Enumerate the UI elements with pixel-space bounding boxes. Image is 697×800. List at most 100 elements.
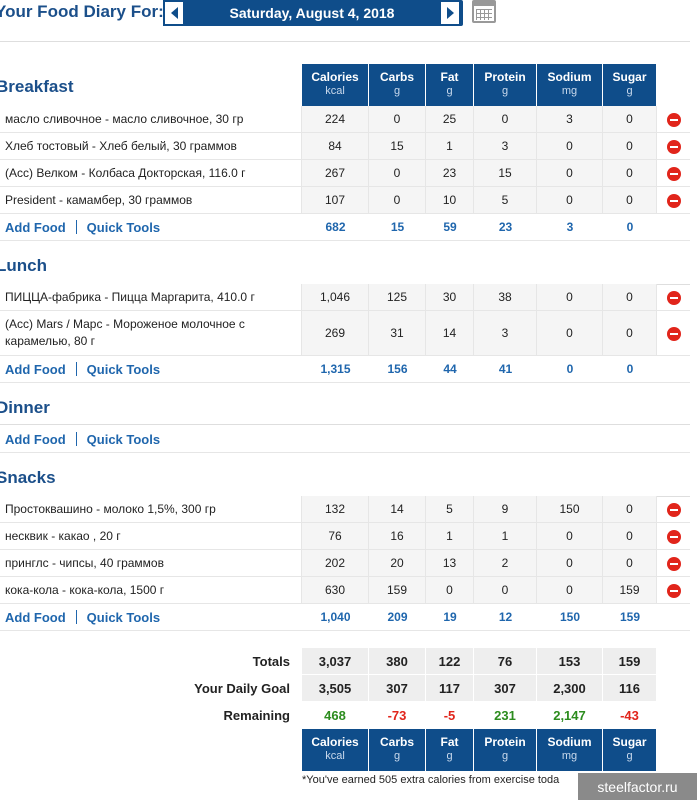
food-name[interactable]: (Acc) Велком - Колбаса Докторская, 116.0… [0, 160, 302, 186]
column-name: Carbs [379, 735, 414, 749]
summary-totals-carbs: 380 [369, 648, 426, 674]
calendar-icon[interactable] [472, 0, 496, 23]
meal-total-carbs: 209 [369, 604, 426, 630]
cell-fat: 25 [426, 106, 474, 132]
quick-tools-link[interactable]: Quick Tools [87, 361, 160, 378]
summary-remaining-sodium: 2,147 [537, 702, 603, 728]
summary-goal-protein: 307 [474, 675, 537, 701]
summary-totals-calories: 3,037 [302, 648, 369, 674]
remove-food-icon[interactable] [667, 167, 681, 181]
cell-protein: 3 [474, 311, 537, 355]
column-name: Protein [484, 70, 526, 84]
diary-header: Your Food Diary For: Saturday, August 4,… [0, 0, 697, 40]
cell-calories: 202 [302, 550, 369, 576]
summary-totals-sugar: 159 [603, 648, 657, 674]
cell-sugar: 159 [603, 577, 657, 603]
cell-carbs: 20 [369, 550, 426, 576]
food-name[interactable]: Простоквашино - молоко 1,5%, 300 гр [0, 496, 302, 522]
food-row: несквик - какао , 20 г 76 16 1 1 0 0 [0, 523, 690, 550]
column-name: Calories [311, 70, 359, 84]
food-name[interactable]: масло сливочное - масло сливочное, 30 гр [0, 106, 302, 132]
add-food-link[interactable]: Add Food [5, 609, 66, 626]
add-food-link[interactable]: Add Food [5, 361, 66, 378]
remove-food-icon[interactable] [667, 113, 681, 127]
cell-protein: 3 [474, 133, 537, 159]
cell-fat: 23 [426, 160, 474, 186]
summary-totals-fat: 122 [426, 648, 474, 674]
meal-total-sugar: 159 [603, 604, 657, 630]
meal-total-sugar: 0 [603, 356, 657, 382]
column-name: Sugar [612, 735, 647, 749]
watermark: steelfactor.ru [578, 773, 697, 800]
quick-tools-link[interactable]: Quick Tools [87, 609, 160, 626]
remove-food-icon[interactable] [667, 291, 681, 305]
column-header-sodium: Sodium mg [537, 729, 603, 771]
cell-carbs: 16 [369, 523, 426, 549]
meal-total-carbs: 156 [369, 356, 426, 382]
column-name: Carbs [379, 70, 414, 84]
previous-day-button[interactable] [163, 0, 185, 26]
cell-sodium: 3 [537, 106, 603, 132]
food-name[interactable]: ПИЦЦА-фабрика - Пицца Маргарита, 410.0 г [0, 284, 302, 310]
column-header-sodium: Sodium mg [537, 64, 603, 106]
quick-tools-link[interactable]: Quick Tools [87, 219, 160, 236]
meal-total-sodium: 3 [537, 214, 603, 240]
cell-protein: 0 [474, 106, 537, 132]
meal-total-sodium: 0 [537, 356, 603, 382]
meal-actions: Add Food Quick Tools [0, 356, 302, 382]
cell-carbs: 31 [369, 311, 426, 355]
add-food-link[interactable]: Add Food [5, 431, 66, 448]
food-name[interactable]: несквик - какао , 20 г [0, 523, 302, 549]
cell-fat: 10 [426, 187, 474, 213]
remove-food-icon[interactable] [667, 140, 681, 154]
cell-fat: 0 [426, 577, 474, 603]
cell-sodium: 0 [537, 311, 603, 355]
remove-food-icon[interactable] [667, 194, 681, 208]
food-name[interactable]: President - камамбер, 30 граммов [0, 187, 302, 213]
remove-food-icon[interactable] [667, 327, 681, 341]
meal-title-lunch: Lunch [0, 256, 47, 275]
cell-sodium: 0 [537, 284, 603, 310]
food-row: ПИЦЦА-фабрика - Пицца Маргарита, 410.0 г… [0, 284, 690, 311]
cell-calories: 76 [302, 523, 369, 549]
cell-calories: 267 [302, 160, 369, 186]
cell-protein: 15 [474, 160, 537, 186]
remove-food-icon[interactable] [667, 557, 681, 571]
food-name[interactable]: принглс - чипсы, 40 граммов [0, 550, 302, 576]
remove-food-icon[interactable] [667, 530, 681, 544]
meal-total-calories: 1,040 [302, 604, 369, 630]
cell-protein: 9 [474, 496, 537, 522]
food-name[interactable]: (Acc) Mars / Марс - Мороженое молочное с… [0, 311, 302, 355]
cell-carbs: 0 [369, 187, 426, 213]
meal-total-calories: 682 [302, 214, 369, 240]
column-header-fat: Fat g [426, 729, 474, 771]
cell-fat: 5 [426, 496, 474, 522]
cell-calories: 84 [302, 133, 369, 159]
summary-goal-sodium: 2,300 [537, 675, 603, 701]
column-name: Fat [440, 70, 459, 84]
food-name[interactable]: Хлеб тостовый - Хлеб белый, 30 граммов [0, 133, 302, 159]
remove-food-icon[interactable] [667, 503, 681, 517]
cell-carbs: 0 [369, 106, 426, 132]
cell-sugar: 0 [603, 496, 657, 522]
chevron-left-icon [170, 7, 178, 19]
column-name: Sugar [612, 70, 647, 84]
remove-food-icon[interactable] [667, 584, 681, 598]
food-row: масло сливочное - масло сливочное, 30 гр… [0, 106, 690, 133]
summary-remaining-fat: -5 [426, 702, 474, 728]
next-day-button[interactable] [439, 0, 461, 26]
meal-totals-row: Add Food Quick Tools 1,040 209 19 12 150 159 [0, 604, 690, 631]
divider [0, 41, 690, 42]
cell-sugar: 0 [603, 311, 657, 355]
column-unit: g [626, 750, 633, 762]
summary-goal-fat: 117 [426, 675, 474, 701]
column-header-protein: Protein g [474, 64, 537, 106]
column-header-calories: Calories kcal [302, 64, 369, 106]
meal-total-sugar: 0 [603, 214, 657, 240]
column-unit: g [393, 85, 401, 97]
add-food-link[interactable]: Add Food [5, 219, 66, 236]
quick-tools-link[interactable]: Quick Tools [87, 431, 160, 448]
food-name[interactable]: кока-кола - кока-кола, 1500 г [0, 577, 302, 603]
cell-sugar: 0 [603, 284, 657, 310]
column-unit: g [501, 750, 509, 762]
